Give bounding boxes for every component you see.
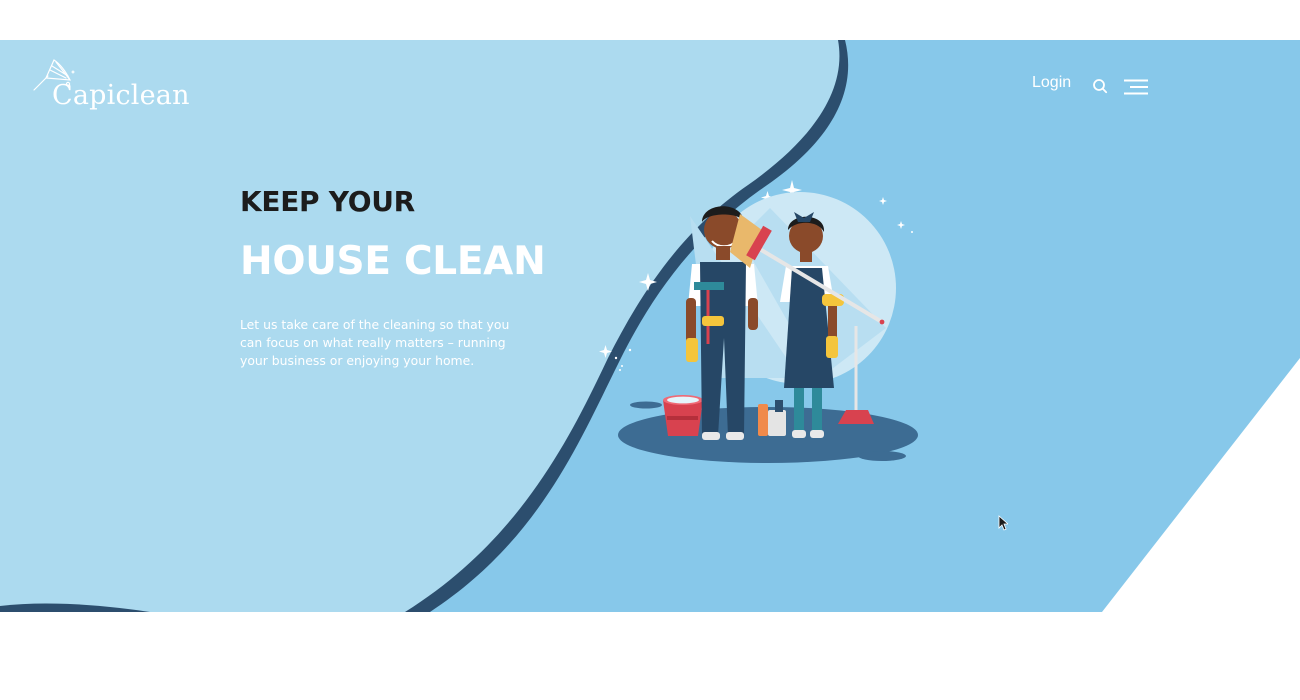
page: Capiclean Login KEEP YOUR HOUSE CLEAN Le…: [0, 0, 1300, 700]
login-link[interactable]: Login: [1032, 74, 1071, 92]
hero-subtitle: Let us take care of the cleaning so that…: [240, 317, 510, 368]
hero-title-small: KEEP YOUR: [240, 185, 415, 218]
hamburger-menu-icon[interactable]: [1124, 79, 1150, 95]
search-icon[interactable]: [1092, 78, 1108, 94]
brand-name[interactable]: Capiclean: [52, 80, 190, 111]
cleaners-illustration: [599, 180, 918, 463]
mouse-cursor-icon: [998, 515, 1008, 531]
hero-title-big: HOUSE CLEAN: [240, 239, 546, 284]
